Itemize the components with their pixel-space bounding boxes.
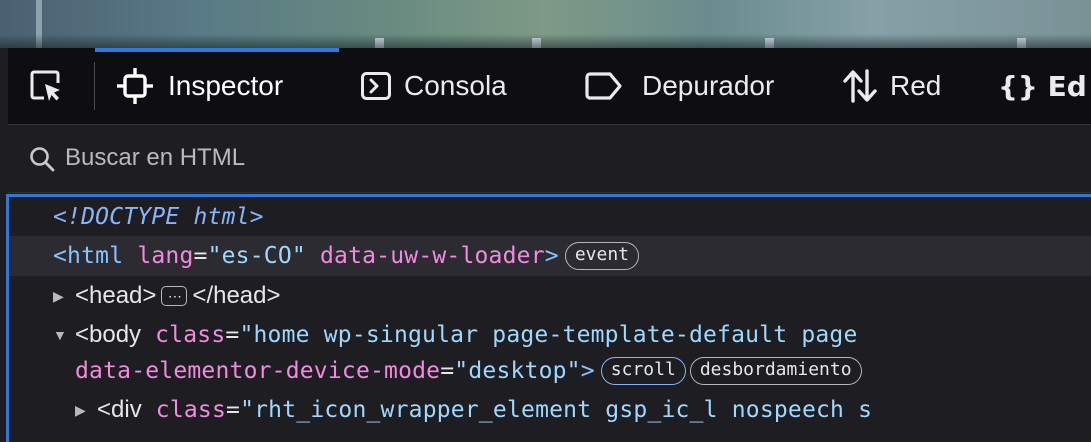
tab-consola-label: Consola [404, 70, 507, 101]
attr-value: "home wp-singular page-template-default … [239, 322, 858, 348]
markup-line-div[interactable]: ▶ <div class = "rht_icon_wrapper_element… [9, 390, 1091, 430]
collapsed-content-ellipsis-icon[interactable]: ⋯ [161, 286, 188, 306]
head-open-tag: <head> [75, 282, 157, 309]
doctype-node: <!DOCTYPE html> [53, 204, 264, 230]
attr-name: lang [137, 243, 194, 269]
tab-red[interactable]: Red [842, 48, 941, 124]
attr-value: "es-CO" [207, 243, 306, 269]
attr-name: data-uw-w-loader [319, 243, 545, 269]
attr-value: "rht_icon_wrapper_element gsp_ic_l nospe… [240, 397, 873, 423]
background-photo-strip [0, 0, 1091, 48]
search-icon [29, 146, 55, 177]
markup-line-head[interactable]: ▶ <head> ⋯ </head> [9, 276, 1091, 316]
search-input[interactable] [65, 140, 965, 176]
devtools-toolbar: Inspector Consola Depurador Red {} Ed [8, 48, 1091, 125]
collapse-arrow-icon[interactable]: ▼ [53, 327, 75, 343]
debugger-icon [584, 71, 624, 101]
html-search-bar [8, 125, 1091, 193]
overflow-badge[interactable]: desbordamiento [689, 357, 862, 385]
network-arrows-icon [842, 69, 878, 103]
attr-name: class [155, 322, 226, 348]
html-open-tag: <html [53, 243, 124, 269]
tab-inspector-label: Inspector [168, 70, 284, 101]
tag-close: > [544, 243, 559, 269]
attr-value: "desktop" [454, 358, 581, 384]
toolbar-separator [94, 62, 95, 110]
attr-name: data-elementor-device-mode [75, 358, 441, 384]
markup-line-html[interactable]: <html lang = "es-CO" data-uw-w-loader > … [9, 236, 1091, 276]
attr-equals: = [225, 322, 240, 348]
tag-close: > [580, 358, 595, 384]
attr-name: class [155, 397, 227, 423]
tab-style-editor[interactable]: {} Ed [998, 48, 1091, 124]
markup-line-body[interactable]: ▼ <body class = "home wp-singular page-t… [9, 315, 1091, 355]
expand-arrow-icon[interactable]: ▶ [53, 288, 75, 305]
scroll-badge[interactable]: scroll [600, 357, 686, 385]
body-open-tag: <body [75, 321, 142, 348]
markup-view: <!DOCTYPE html> <html lang = "es-CO" dat… [6, 194, 1091, 442]
tab-depurador[interactable]: Depurador [584, 48, 774, 124]
element-picker-button[interactable] [28, 48, 64, 124]
head-close-tag: </head> [192, 282, 281, 309]
markup-line-body-continued[interactable]: data-elementor-device-mode = "desktop" >… [9, 351, 1091, 391]
attr-equals: = [440, 358, 455, 384]
tab-inspector[interactable]: Inspector [116, 48, 283, 124]
background-shade [0, 34, 1091, 48]
div-open-tag: <div [97, 396, 142, 423]
tab-depurador-label: Depurador [642, 70, 775, 101]
attr-equals: = [226, 397, 241, 423]
style-editor-icon: {} Ed [998, 69, 1087, 103]
console-icon [360, 70, 392, 102]
markup-line-doctype[interactable]: <!DOCTYPE html> [9, 197, 1091, 237]
event-badge[interactable]: event [564, 242, 639, 270]
inspector-target-icon [116, 67, 154, 105]
element-picker-icon [28, 68, 64, 104]
tab-consola[interactable]: Consola [360, 48, 507, 124]
attr-equals: = [193, 243, 208, 269]
expand-arrow-icon[interactable]: ▶ [75, 402, 97, 419]
tab-red-label: Red [890, 70, 942, 101]
